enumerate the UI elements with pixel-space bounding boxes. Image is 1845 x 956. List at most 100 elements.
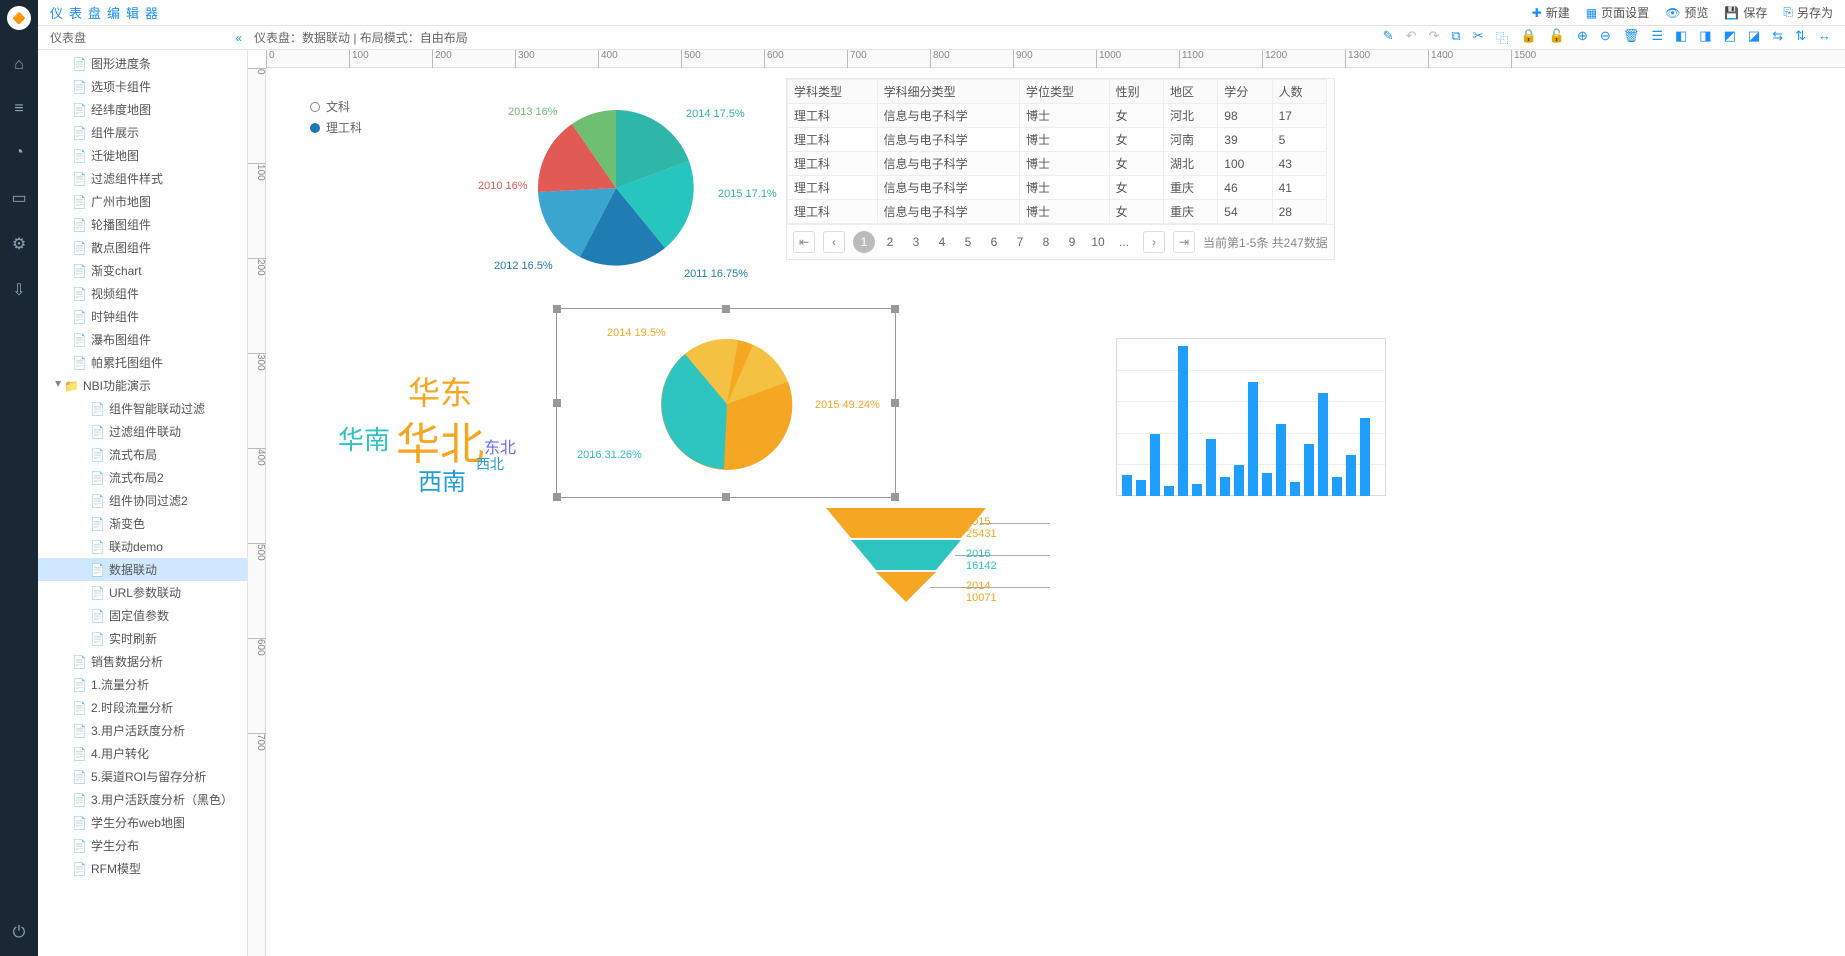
tree-item[interactable]: 📄散点图组件 — [38, 236, 247, 259]
power-icon[interactable]: ⏻ — [13, 924, 26, 942]
page-number[interactable]: 6 — [983, 231, 1005, 253]
toolbar-icon-4[interactable]: ✂ — [1473, 28, 1484, 47]
pager-prev-icon[interactable]: ‹ — [823, 231, 845, 253]
pie1-legend[interactable]: 文科理工科 — [310, 96, 362, 138]
table-header[interactable]: 学分 — [1218, 80, 1272, 104]
pie-chart-1[interactable]: 文科理工科 2014 17.5%2015 17.1%2011 16.75%201… — [286, 78, 766, 298]
table-header[interactable]: 学位类型 — [1020, 80, 1110, 104]
tree-item[interactable]: 📄时钟组件 — [38, 305, 247, 328]
pager-next-icon[interactable]: › — [1143, 231, 1165, 253]
toolbar-icon-1[interactable]: ↶ — [1406, 28, 1417, 47]
tree-item[interactable]: 📄URL参数联动 — [38, 581, 247, 604]
toolbar-icon-7[interactable]: 🔓 — [1549, 28, 1565, 47]
page-number[interactable]: 4 — [931, 231, 953, 253]
toolbar-icon-6[interactable]: 🔒 — [1521, 28, 1537, 47]
funnel-segment[interactable] — [876, 572, 936, 602]
design-canvas[interactable]: 文科理工科 2014 17.5%2015 17.1%2011 16.75%201… — [266, 68, 1845, 956]
wordcloud-word[interactable]: 华东 — [408, 368, 472, 414]
pie-chart-2-selected[interactable]: 2014 19.5%2015 49.24%2016 31.26% — [556, 308, 896, 498]
canvas-area[interactable]: 0100200300400500600700800900100011001200… — [248, 50, 1845, 956]
tree-item[interactable]: 📄RFM模型 — [38, 857, 247, 880]
top-action-另存为[interactable]: ⎘另存为 — [1783, 4, 1833, 21]
tree-item[interactable]: 📄渐变色 — [38, 512, 247, 535]
toolbar-icon-16[interactable]: ⇆ — [1772, 28, 1783, 47]
page-number[interactable]: 1 — [853, 231, 875, 253]
dashboard-tree[interactable]: 📄图形进度条📄选项卡组件📄经纬度地图📄组件展示📄迁徙地图📄过滤组件样式📄广州市地… — [38, 50, 248, 956]
page-number[interactable]: 7 — [1009, 231, 1031, 253]
table-header[interactable]: 学科类型 — [788, 80, 878, 104]
toolbar-icon-8[interactable]: ⊕ — [1577, 28, 1588, 47]
tree-item[interactable]: 📄组件协同过滤2 — [38, 489, 247, 512]
resize-handle[interactable] — [553, 493, 561, 501]
funnel-segment[interactable] — [851, 540, 961, 570]
resize-handle[interactable] — [722, 305, 730, 313]
tree-item[interactable]: 📄销售数据分析 — [38, 650, 247, 673]
tree-item[interactable]: 📄3.用户活跃度分析（黑色） — [38, 788, 247, 811]
table-header[interactable]: 性别 — [1109, 80, 1163, 104]
export-icon[interactable]: ⇩ — [12, 280, 25, 300]
toolbar-icon-3[interactable]: ⧉ — [1451, 28, 1460, 47]
pager-last-icon[interactable]: ⇥ — [1173, 231, 1195, 253]
tree-item[interactable]: 📄固定值参数 — [38, 604, 247, 627]
resize-handle[interactable] — [553, 399, 561, 407]
tree-folder[interactable]: 📁NBI功能演示 — [38, 374, 247, 397]
resize-handle[interactable] — [553, 305, 561, 313]
tree-item[interactable]: 📄瀑布图组件 — [38, 328, 247, 351]
tree-item[interactable]: 📄渐变chart — [38, 259, 247, 282]
tree-item[interactable]: 📄数据联动 — [38, 558, 247, 581]
table-pager[interactable]: ⇤ ‹ 12345678910... › ⇥ 当前第1-5条 共247数据 — [787, 224, 1334, 259]
legend-item[interactable]: 理工科 — [310, 117, 362, 138]
resize-handle[interactable] — [891, 305, 899, 313]
tree-item[interactable]: 📄过滤组件联动 — [38, 420, 247, 443]
tree-item[interactable]: 📄1.流量分析 — [38, 673, 247, 696]
toolbar-icon-14[interactable]: ◩ — [1724, 28, 1736, 47]
tree-item[interactable]: 📄选项卡组件 — [38, 75, 247, 98]
toolbar-icon-9[interactable]: ⊖ — [1600, 28, 1611, 47]
toolbar-icon-13[interactable]: ◨ — [1699, 28, 1711, 47]
home-icon[interactable]: ⌂ — [14, 56, 24, 74]
tree-item[interactable]: 📄实时刷新 — [38, 627, 247, 650]
top-action-保存[interactable]: 💾保存 — [1724, 4, 1767, 21]
toolbar-icon-17[interactable]: ⇅ — [1795, 28, 1806, 47]
tree-item[interactable]: 📄3.用户活跃度分析 — [38, 719, 247, 742]
page-number[interactable]: 8 — [1035, 231, 1057, 253]
tree-item[interactable]: 📄图形进度条 — [38, 52, 247, 75]
tree-item[interactable]: 📄流式布局 — [38, 443, 247, 466]
wordcloud-word[interactable]: 华南 — [338, 420, 390, 457]
table-row[interactable]: 理工科信息与电子科学博士女湖北10043 — [788, 152, 1327, 176]
toolbar-icon-5[interactable]: ⿻ — [1496, 28, 1509, 47]
page-number[interactable]: 10 — [1087, 231, 1109, 253]
top-action-页面设置[interactable]: ▦页面设置 — [1586, 4, 1649, 21]
toolbar-icon-0[interactable]: ✎ — [1383, 28, 1394, 47]
resize-handle[interactable] — [891, 399, 899, 407]
pager-first-icon[interactable]: ⇤ — [793, 231, 815, 253]
toolbar-icon-12[interactable]: ◧ — [1675, 28, 1687, 47]
page-number[interactable]: 2 — [879, 231, 901, 253]
tree-item[interactable]: 📄组件展示 — [38, 121, 247, 144]
tree-item[interactable]: 📄过滤组件样式 — [38, 167, 247, 190]
legend-item[interactable]: 文科 — [310, 96, 362, 117]
toolbar-icon-10[interactable]: 🗑 — [1623, 28, 1640, 47]
table-header[interactable]: 学科细分类型 — [877, 80, 1019, 104]
tree-item[interactable]: 📄学生分布web地图 — [38, 811, 247, 834]
table-row[interactable]: 理工科信息与电子科学博士女河南395 — [788, 128, 1327, 152]
page-number[interactable]: ... — [1113, 231, 1135, 253]
page-number[interactable]: 3 — [905, 231, 927, 253]
page-number[interactable]: 9 — [1061, 231, 1083, 253]
tree-item[interactable]: 📄2.时段流量分析 — [38, 696, 247, 719]
settings-icon[interactable]: ⚙ — [12, 234, 26, 254]
wordcloud-word[interactable]: 西南 — [418, 462, 466, 497]
table-header[interactable]: 地区 — [1163, 80, 1217, 104]
toolbar-icon-18[interactable]: ↔ — [1818, 28, 1831, 47]
tree-item[interactable]: 📄广州市地图 — [38, 190, 247, 213]
table-header[interactable]: 人数 — [1272, 80, 1326, 104]
data-icon[interactable]: ≡ — [14, 100, 23, 118]
tree-item[interactable]: 📄经纬度地图 — [38, 98, 247, 121]
toolbar-icon-15[interactable]: ◪ — [1748, 28, 1760, 47]
dashboard-icon[interactable]: ◔ — [14, 144, 24, 162]
tree-item[interactable]: 📄5.渠道ROI与留存分析 — [38, 765, 247, 788]
word-cloud[interactable]: 华北华东华南西南东北西北 — [296, 368, 526, 508]
tree-item[interactable]: 📄学生分布 — [38, 834, 247, 857]
tree-item[interactable]: 📄组件智能联动过滤 — [38, 397, 247, 420]
table-row[interactable]: 理工科信息与电子科学博士女重庆4641 — [788, 176, 1327, 200]
